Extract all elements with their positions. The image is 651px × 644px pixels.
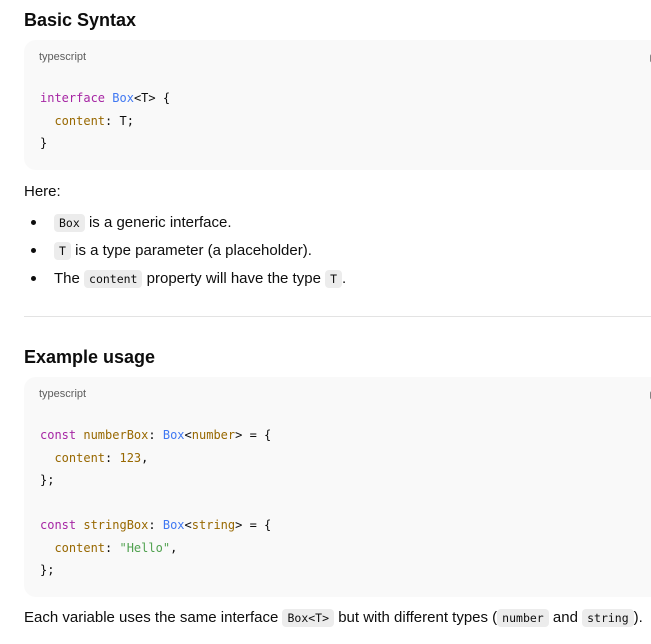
section-heading-example-usage: Example usage (24, 347, 156, 367)
inline-code: T (54, 242, 71, 260)
code-variable: numberBox (83, 428, 149, 442)
here-label: Here: (24, 183, 61, 200)
bullet-list: Box is a generic interface. T is a type … (24, 209, 644, 293)
code-property: content (54, 113, 106, 128)
inline-code: Box<T> (282, 609, 335, 627)
text: is a type parameter (a placeholder). (70, 242, 312, 259)
code-text: <T> { (133, 91, 171, 105)
code-language-label: typescript (39, 388, 87, 400)
code-property: content (54, 540, 106, 555)
inline-code: number (497, 609, 549, 627)
bullet-dot (31, 248, 36, 253)
inline-code: content (84, 270, 143, 288)
text: The (54, 270, 85, 287)
code-type-argument: number (191, 428, 236, 442)
text: is a generic interface. (84, 214, 232, 231)
code-keyword: const (40, 428, 77, 442)
bullet-dot (31, 276, 36, 281)
list-item: T is a type parameter (a placeholder). (24, 237, 644, 265)
code-property: content (54, 450, 106, 465)
code-text: } (40, 136, 48, 150)
text: Each variable uses the same interface (24, 609, 283, 626)
section-heading-basic-syntax: Basic Syntax (24, 10, 137, 30)
code-string: "Hello" (119, 540, 171, 555)
text: but with different types ( (334, 609, 498, 626)
code-number: 123 (119, 450, 142, 465)
code-content: const numberBox: Box<number> = { content… (40, 428, 272, 577)
inline-code: string (582, 609, 634, 627)
code-block-basic: typescript interface Box<T> { content: T… (24, 40, 651, 170)
code-type: Box (162, 518, 185, 532)
section-divider (24, 316, 651, 317)
code-language-label: typescript (39, 51, 87, 63)
text: and (548, 609, 583, 626)
text: ). (633, 609, 643, 626)
inline-code: T (325, 270, 343, 288)
text: property will have the type (142, 270, 326, 287)
text: . (342, 270, 347, 287)
list-item: The content property will have the type … (24, 265, 644, 293)
code-variable: stringBox (83, 518, 149, 532)
code-type: Box (162, 428, 185, 442)
list-item: Box is a generic interface. (24, 209, 644, 237)
code-keyword: const (40, 518, 77, 532)
inline-code: Box (54, 214, 85, 232)
code-keyword: interface (40, 91, 106, 105)
code-text: : T; (105, 113, 134, 128)
code-content: interface Box<T> { content: T; } (40, 87, 170, 155)
bullet-dot (31, 220, 36, 225)
code-block-example: typescript const numberBox: Box<number> … (24, 377, 651, 597)
code-type: Box (112, 91, 134, 105)
summary-paragraph: Each variable uses the same interface Bo… (24, 607, 643, 629)
code-type-argument: string (191, 518, 236, 532)
